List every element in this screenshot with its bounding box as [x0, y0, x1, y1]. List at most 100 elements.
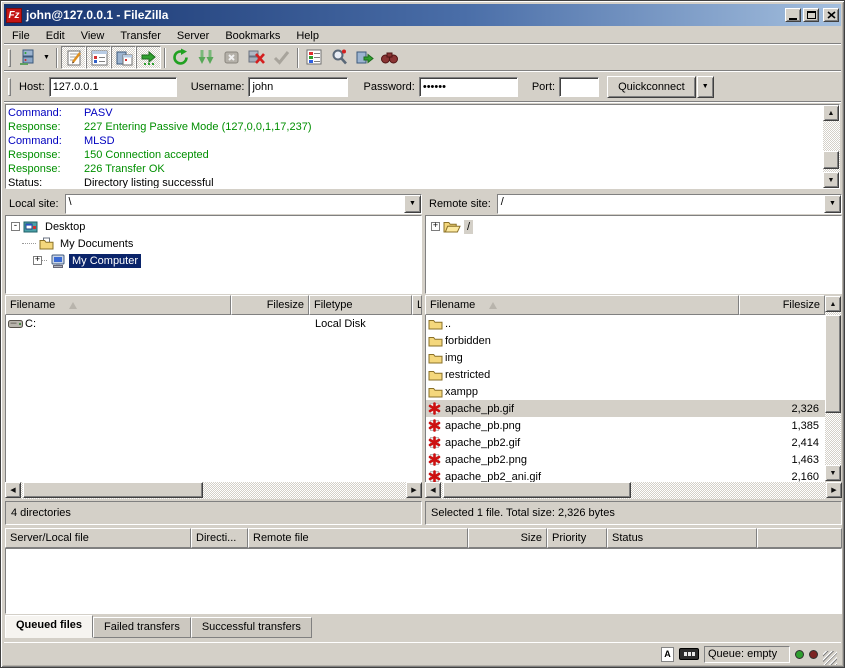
scroll-thumb[interactable] — [23, 482, 203, 498]
remote-file-row[interactable]: .. — [426, 315, 825, 332]
scroll-track[interactable] — [441, 482, 826, 499]
tree-item-root[interactable]: + / — [426, 218, 841, 235]
column-header-filesize[interactable]: Filesize — [231, 295, 309, 315]
tree-item-label[interactable]: Desktop — [42, 220, 88, 234]
tree-item-label-selected[interactable]: My Computer — [69, 254, 141, 268]
minimize-button[interactable] — [785, 8, 801, 22]
remote-file-row[interactable]: apache_pb2_ani.gif 2,160 — [426, 468, 825, 482]
file-search-button[interactable] — [327, 46, 352, 69]
remote-file-row[interactable]: forbidden — [426, 332, 825, 349]
expand-toggle[interactable]: + — [33, 256, 42, 265]
remote-list-scrollbar[interactable]: ▲ ▼ — [825, 295, 842, 482]
local-site-combo[interactable]: \ ▼ — [65, 194, 422, 214]
local-list-hscrollbar[interactable]: ◀ ▶ — [5, 482, 422, 499]
remote-file-row[interactable]: xampp — [426, 383, 825, 400]
host-input[interactable] — [49, 77, 177, 97]
process-queue-button[interactable] — [194, 46, 219, 69]
menu-view[interactable]: View — [73, 29, 113, 43]
local-site-value[interactable]: \ — [66, 195, 404, 213]
password-input[interactable] — [419, 77, 518, 97]
remote-file-row[interactable]: img — [426, 349, 825, 366]
column-header-priority[interactable]: Priority — [547, 528, 607, 548]
remote-file-row[interactable]: apache_pb2.png 1,463 — [426, 451, 825, 468]
transfer-type-indicator-icon[interactable]: A — [661, 647, 674, 662]
scroll-thumb[interactable] — [825, 315, 841, 413]
toolbar-grip[interactable] — [8, 49, 11, 67]
column-header-filename[interactable]: Filename — [5, 295, 231, 315]
column-header-server-local-file[interactable]: Server/Local file — [5, 528, 191, 548]
site-manager-button[interactable] — [15, 46, 40, 69]
remote-site-combo[interactable]: / ▼ — [497, 194, 842, 214]
tree-item-my-documents[interactable]: My Documents — [6, 235, 421, 252]
local-file-row[interactable]: C: Local Disk — [6, 315, 421, 332]
menu-edit[interactable]: Edit — [38, 29, 73, 43]
tree-item-my-computer[interactable]: + My Computer — [6, 252, 421, 269]
tab-successful-transfers[interactable]: Successful transfers — [191, 617, 312, 638]
log-scrollbar[interactable]: ▲ ▼ — [823, 105, 840, 188]
speed-limit-indicator-icon[interactable] — [679, 648, 699, 660]
remote-file-row[interactable]: apache_pb.png 1,385 — [426, 417, 825, 434]
disconnect-button[interactable] — [244, 46, 269, 69]
scroll-track[interactable] — [21, 482, 406, 499]
tree-item-label-selected[interactable]: / — [464, 220, 473, 234]
toggle-local-treeview-button[interactable] — [86, 46, 111, 69]
directory-listing-filters-button[interactable] — [302, 46, 327, 69]
remote-file-row[interactable]: restricted — [426, 366, 825, 383]
maximize-button[interactable] — [803, 8, 819, 22]
column-header-direction[interactable]: Directi... — [191, 528, 248, 548]
scroll-down-button[interactable]: ▼ — [823, 172, 839, 188]
scroll-thumb[interactable] — [823, 151, 839, 169]
scroll-down-button[interactable]: ▼ — [825, 465, 841, 481]
tree-item-desktop[interactable]: - Desktop — [6, 218, 421, 235]
remote-site-value[interactable]: / — [498, 195, 824, 213]
menu-bookmarks[interactable]: Bookmarks — [217, 29, 288, 43]
cancel-operation-button[interactable] — [219, 46, 244, 69]
username-input[interactable] — [248, 77, 348, 97]
chevron-down-icon[interactable]: ▼ — [404, 195, 421, 213]
refresh-button[interactable] — [169, 46, 194, 69]
resize-grip[interactable] — [823, 651, 837, 665]
column-header-size[interactable]: Size — [468, 528, 547, 548]
menu-transfer[interactable]: Transfer — [112, 29, 169, 43]
remote-file-row-selected[interactable]: apache_pb.gif 2,326 — [426, 400, 825, 417]
scroll-up-button[interactable]: ▲ — [825, 296, 841, 312]
image-file-icon — [426, 419, 445, 432]
column-header-filename[interactable]: Filename — [425, 295, 739, 315]
directory-comparison-button[interactable] — [377, 46, 402, 69]
synchronized-browsing-button[interactable] — [352, 46, 377, 69]
scroll-left-button[interactable]: ◀ — [5, 482, 21, 498]
scroll-right-button[interactable]: ▶ — [406, 482, 422, 498]
scroll-thumb[interactable] — [443, 482, 631, 498]
site-manager-dropdown[interactable]: ▼ — [40, 46, 53, 69]
tree-item-label[interactable]: My Documents — [57, 237, 136, 251]
toggle-remote-treeview-button[interactable] — [111, 46, 136, 69]
quickconnect-button[interactable]: Quickconnect — [607, 76, 696, 98]
scroll-right-button[interactable]: ▶ — [826, 482, 842, 498]
tab-failed-transfers[interactable]: Failed transfers — [93, 617, 191, 638]
quickconnect-dropdown[interactable]: ▼ — [697, 76, 714, 98]
app-icon[interactable]: Fz — [6, 8, 22, 23]
menu-help[interactable]: Help — [288, 29, 327, 43]
menu-file[interactable]: File — [4, 29, 38, 43]
menu-server[interactable]: Server — [169, 29, 217, 43]
column-header-filetype[interactable]: Filetype — [309, 295, 412, 315]
chevron-down-icon[interactable]: ▼ — [824, 195, 841, 213]
column-header-lastmodified[interactable]: L — [412, 295, 422, 315]
queue-list[interactable] — [5, 548, 842, 614]
column-header-status[interactable]: Status — [607, 528, 757, 548]
toggle-transfer-queue-button[interactable] — [136, 46, 161, 69]
expand-toggle[interactable]: + — [431, 222, 440, 231]
reconnect-button[interactable] — [269, 46, 294, 69]
remote-file-row[interactable]: apache_pb2.gif 2,414 — [426, 434, 825, 451]
toggle-message-log-button[interactable] — [61, 46, 86, 69]
tab-queued-files[interactable]: Queued files — [5, 615, 93, 638]
scroll-left-button[interactable]: ◀ — [425, 482, 441, 498]
collapse-toggle[interactable]: - — [11, 222, 20, 231]
scroll-up-button[interactable]: ▲ — [823, 105, 839, 121]
port-input[interactable] — [559, 77, 599, 97]
close-button[interactable] — [823, 8, 839, 22]
column-header-remote-file[interactable]: Remote file — [248, 528, 468, 548]
column-header-filesize[interactable]: Filesize — [739, 295, 825, 315]
remote-list-hscrollbar[interactable]: ◀ ▶ — [425, 482, 842, 499]
quickconnect-grip[interactable] — [8, 78, 11, 96]
